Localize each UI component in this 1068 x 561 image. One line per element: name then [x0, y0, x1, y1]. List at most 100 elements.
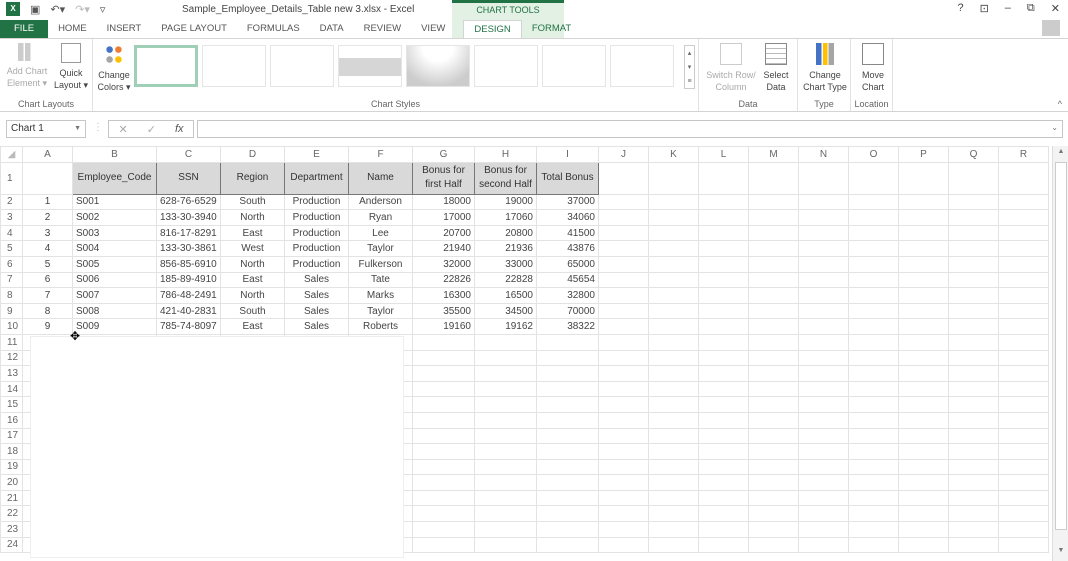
- tab-design[interactable]: DESIGN: [463, 20, 522, 38]
- cell[interactable]: West: [220, 240, 285, 257]
- cell[interactable]: Lee: [348, 224, 413, 242]
- cell[interactable]: [698, 505, 749, 523]
- cell[interactable]: [948, 240, 999, 257]
- cell[interactable]: [598, 489, 649, 507]
- row-header[interactable]: 16: [0, 411, 23, 429]
- cell[interactable]: [648, 505, 699, 523]
- cell[interactable]: [598, 333, 649, 351]
- more-styles-icon[interactable]: ≡: [687, 78, 691, 85]
- help-icon[interactable]: ?: [957, 2, 963, 15]
- cell[interactable]: [898, 505, 949, 523]
- cell[interactable]: [748, 255, 799, 273]
- cell[interactable]: [948, 271, 999, 289]
- column-header-i[interactable]: I: [536, 146, 599, 163]
- chart-style-6[interactable]: [474, 45, 538, 87]
- cell[interactable]: [698, 318, 749, 335]
- cell[interactable]: [648, 161, 699, 195]
- header-cell[interactable]: Employee_Code: [72, 161, 157, 195]
- cell[interactable]: [412, 411, 475, 429]
- cell[interactable]: 21936: [474, 240, 537, 257]
- cell[interactable]: Taylor: [348, 240, 413, 257]
- cell[interactable]: [474, 505, 537, 523]
- cell[interactable]: [474, 411, 537, 429]
- cell[interactable]: [998, 427, 1049, 445]
- cell[interactable]: 19000: [474, 193, 537, 211]
- header-cell[interactable]: Department: [284, 161, 349, 195]
- cell[interactable]: [948, 287, 999, 304]
- cell[interactable]: [648, 318, 699, 335]
- undo-icon[interactable]: ↶▾: [50, 3, 65, 16]
- row-header[interactable]: 5: [0, 240, 23, 257]
- tab-data[interactable]: DATA: [310, 20, 354, 38]
- cell[interactable]: 20800: [474, 224, 537, 242]
- cell[interactable]: [998, 474, 1049, 491]
- cell[interactable]: [948, 224, 999, 242]
- cell[interactable]: [648, 521, 699, 538]
- chart-style-8[interactable]: [610, 45, 674, 87]
- cell[interactable]: [898, 333, 949, 351]
- cell[interactable]: [748, 333, 799, 351]
- cell[interactable]: Production: [284, 255, 349, 273]
- cell[interactable]: 8: [22, 302, 73, 320]
- cell[interactable]: [998, 443, 1049, 460]
- cell[interactable]: 22826: [412, 271, 475, 289]
- cell[interactable]: [798, 427, 849, 445]
- row-header[interactable]: 24: [0, 536, 23, 554]
- cell[interactable]: [748, 521, 799, 538]
- cell[interactable]: [948, 411, 999, 429]
- cell[interactable]: [798, 255, 849, 273]
- column-header-e[interactable]: E: [284, 146, 349, 163]
- cell[interactable]: [748, 489, 799, 507]
- cell[interactable]: [536, 458, 599, 476]
- cell[interactable]: [598, 427, 649, 445]
- tab-insert[interactable]: INSERT: [97, 20, 152, 38]
- cell[interactable]: 1: [22, 193, 73, 211]
- cell[interactable]: 17000: [412, 209, 475, 226]
- column-header-m[interactable]: M: [748, 146, 799, 163]
- expand-formula-bar-icon[interactable]: ⌄: [1051, 123, 1058, 132]
- column-header-l[interactable]: L: [698, 146, 749, 163]
- cell[interactable]: Ryan: [348, 209, 413, 226]
- cell[interactable]: [798, 380, 849, 398]
- cell[interactable]: [648, 287, 699, 304]
- cell[interactable]: 22828: [474, 271, 537, 289]
- cell[interactable]: [998, 458, 1049, 476]
- cell[interactable]: [648, 427, 699, 445]
- cell[interactable]: [412, 380, 475, 398]
- cell[interactable]: [998, 489, 1049, 507]
- column-header-r[interactable]: R: [998, 146, 1049, 163]
- cell[interactable]: Anderson: [348, 193, 413, 211]
- cell[interactable]: [536, 396, 599, 413]
- row-header[interactable]: 17: [0, 427, 23, 445]
- cell[interactable]: [898, 458, 949, 476]
- cell[interactable]: S007: [72, 287, 157, 304]
- cell[interactable]: Production: [284, 209, 349, 226]
- cell[interactable]: [948, 458, 999, 476]
- row-header[interactable]: 20: [0, 474, 23, 491]
- cell[interactable]: [598, 458, 649, 476]
- cell[interactable]: Production: [284, 193, 349, 211]
- cell[interactable]: [598, 396, 649, 413]
- cell[interactable]: 856-85-6910: [156, 255, 221, 273]
- scroll-thumb[interactable]: [1055, 162, 1067, 530]
- cell[interactable]: [598, 302, 649, 320]
- header-cell[interactable]: Name: [348, 161, 413, 195]
- cell[interactable]: [848, 536, 899, 554]
- cell[interactable]: Fulkerson: [348, 255, 413, 273]
- row-header[interactable]: 7: [0, 271, 23, 289]
- cell[interactable]: [848, 240, 899, 257]
- chart-style-5[interactable]: [406, 45, 470, 87]
- cell[interactable]: [648, 365, 699, 382]
- cell[interactable]: [998, 365, 1049, 382]
- cell[interactable]: [698, 443, 749, 460]
- cell[interactable]: [598, 411, 649, 429]
- header-cell[interactable]: Total Bonus: [536, 161, 599, 195]
- cell[interactable]: [474, 427, 537, 445]
- insert-function-icon[interactable]: fx: [175, 123, 184, 135]
- cell[interactable]: [848, 521, 899, 538]
- cell[interactable]: [798, 521, 849, 538]
- cell[interactable]: [412, 536, 475, 554]
- cell[interactable]: [648, 302, 699, 320]
- cell[interactable]: 816-17-8291: [156, 224, 221, 242]
- cell[interactable]: [748, 318, 799, 335]
